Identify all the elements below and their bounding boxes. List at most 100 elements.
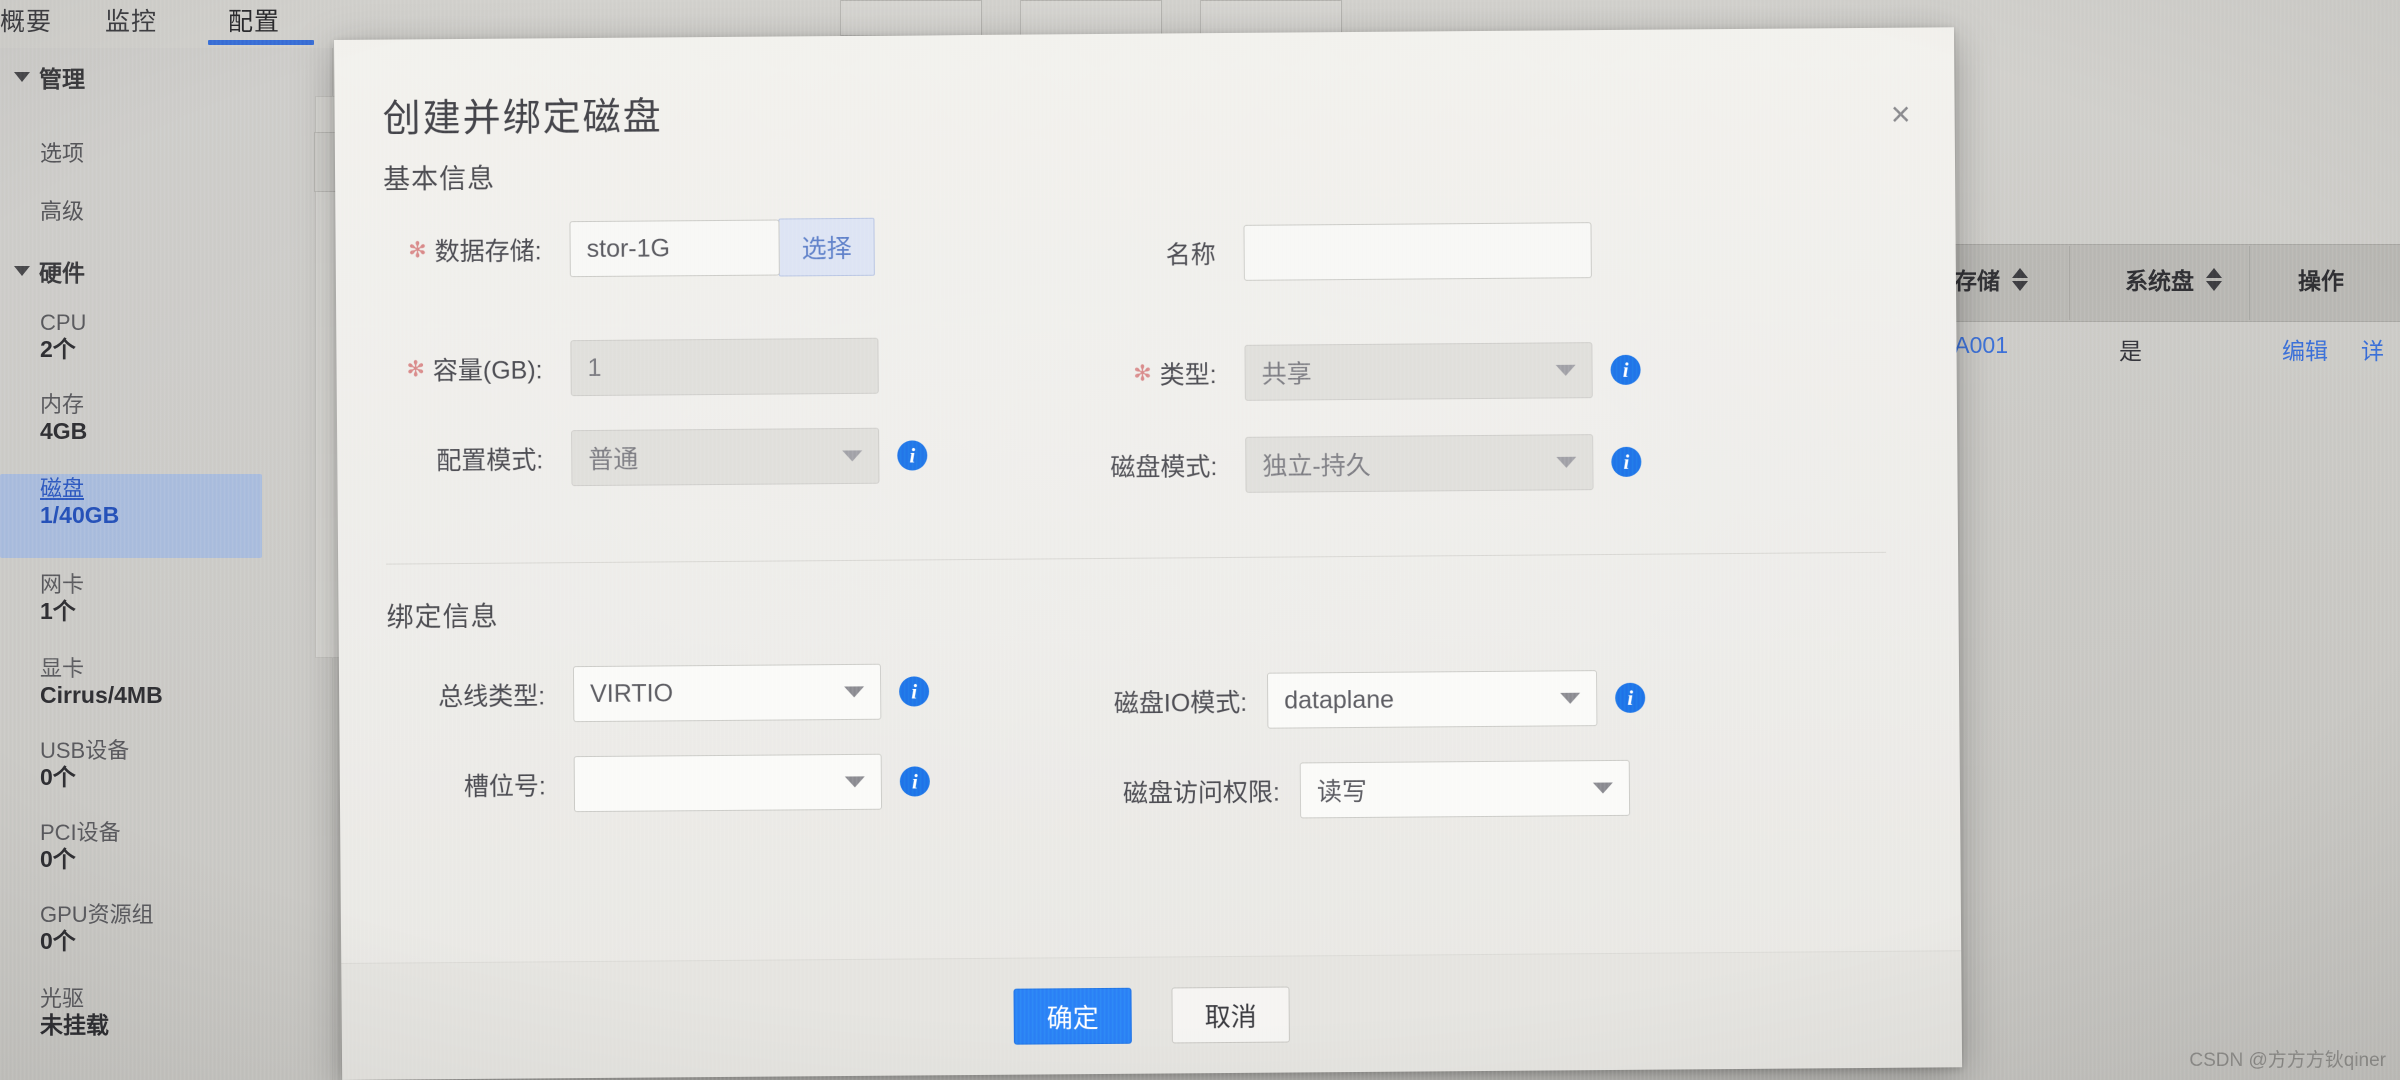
type-select[interactable]: 共享 [1244, 342, 1593, 401]
sidebar-item-value: 2个 [40, 335, 76, 362]
configuration-sidebar: 管理 选项 高级 硬件 CPU 2个 内存 4GB 磁盘 1/40GB 网卡 1… [0, 48, 333, 1080]
name-input[interactable] [1243, 222, 1592, 281]
label-datastore: ✻ 数据存储: [384, 231, 542, 268]
sort-icon[interactable] [2206, 267, 2222, 291]
capacity-input[interactable]: 1 [570, 337, 879, 397]
tab-monitor[interactable]: 监控 [105, 2, 157, 38]
dialog-title: 创建并绑定磁盘 [382, 96, 663, 141]
chevron-down-icon [842, 450, 863, 462]
table-header-label: 操作 [2298, 268, 2344, 294]
sidebar-item-disk[interactable]: 磁盘 1/40GB [40, 476, 119, 529]
sidebar-item-gpu-display[interactable]: 显卡 Cirrus/4MB [40, 656, 163, 709]
sidebar-item-value: 1/40GB [40, 501, 120, 528]
chevron-down-icon [844, 686, 865, 698]
label-text: 磁盘访问权限: [1122, 778, 1281, 808]
field-row-disk-io-mode: 磁盘IO模式: dataplane i [1099, 670, 1646, 730]
label-name: 名称 [1096, 235, 1216, 272]
chevron-down-icon [14, 266, 30, 276]
label-disk-io-mode: 磁盘IO模式: [1099, 683, 1248, 720]
required-asterisk-icon: ✻ [408, 237, 427, 263]
label-text: 总线类型: [438, 682, 546, 712]
sidebar-item-label: GPU资源组 [40, 902, 154, 927]
section-title-basic-info: 基本信息 [382, 163, 496, 195]
tab-overview[interactable]: 概要 [0, 2, 52, 38]
label-text: 磁盘IO模式: [1113, 688, 1248, 718]
watermark: CSDN @方方方钬qiner [2189, 1050, 2386, 1071]
table-header-system-disk[interactable]: 系统盘 [2125, 262, 2222, 296]
info-icon[interactable]: i [899, 676, 930, 707]
tab-config[interactable]: 配置 [228, 2, 280, 38]
table-column-divider [2069, 246, 2070, 320]
field-row-provision-mode: 配置模式: 普通 i [385, 427, 928, 487]
tab-active-underline [208, 40, 314, 45]
bus-type-select[interactable]: VIRTIO [572, 663, 882, 723]
label-text: 磁盘模式: [1110, 453, 1218, 482]
cancel-button[interactable]: 取消 [1171, 986, 1290, 1044]
sidebar-item-options[interactable]: 选项 [40, 136, 84, 168]
sidebar-group-management[interactable]: 管理 [14, 60, 85, 94]
sidebar-item-gpu-group[interactable]: GPU资源组 0个 [40, 902, 154, 955]
sidebar-item-label: 内存 [40, 392, 85, 417]
table-action-edit[interactable]: 编辑 [2282, 332, 2328, 366]
sidebar-item-cpu[interactable]: CPU 2个 [40, 310, 86, 363]
field-row-bus-type: 总线类型: VIRTIO i [387, 663, 930, 723]
label-text: 配置模式: [436, 446, 544, 476]
sidebar-item-label: 磁盘 [40, 476, 85, 501]
sidebar-item-memory[interactable]: 内存 4GB [40, 392, 87, 445]
sidebar-item-pci[interactable]: PCI设备 0个 [40, 820, 121, 873]
field-row-datastore: ✻ 数据存储: stor-1G 选择 [383, 217, 875, 280]
table-action-detail[interactable]: 详 [2361, 332, 2384, 366]
info-icon[interactable]: i [1611, 446, 1642, 477]
info-icon[interactable]: i [899, 766, 930, 797]
sidebar-item-label: 光驱 [40, 986, 85, 1011]
field-row-disk-mode: 磁盘模式: 独立-持久 i [1097, 434, 1642, 494]
info-icon[interactable]: i [1610, 354, 1641, 385]
provision-mode-select[interactable]: 普通 [571, 427, 880, 487]
chevron-down-icon [1555, 364, 1576, 376]
info-icon[interactable]: i [897, 440, 928, 471]
disk-access-select[interactable]: 读写 [1299, 759, 1631, 819]
datastore-input[interactable]: stor-1G [569, 219, 780, 278]
sidebar-item-label: CPU [40, 310, 87, 335]
chevron-down-icon [1592, 782, 1613, 794]
disk-mode-select[interactable]: 独立-持久 [1245, 434, 1594, 493]
bus-type-value: VIRTIO [590, 678, 674, 708]
sort-icon[interactable] [2012, 267, 2028, 291]
sidebar-item-cdrom[interactable]: 光驱 未挂载 [40, 986, 109, 1039]
chevron-down-icon [1556, 456, 1577, 468]
label-text: 槽位号: [463, 772, 546, 802]
chevron-down-icon [14, 72, 30, 82]
background-toolbar-button-1[interactable] [840, 0, 982, 36]
sidebar-item-nic[interactable]: 网卡 1个 [40, 572, 84, 625]
table-header-actions: 操作 [2298, 262, 2344, 296]
select-datastore-button[interactable]: 选择 [778, 217, 875, 277]
disk-mode-value: 独立-持久 [1262, 451, 1371, 481]
background-toolbar-button-3[interactable] [1200, 0, 1342, 36]
background-toolbar-button-2[interactable] [1020, 0, 1162, 36]
slot-select[interactable] [573, 753, 883, 813]
confirm-button[interactable]: 确定 [1013, 987, 1132, 1045]
field-row-disk-access: 磁盘访问权限: 读写 [1100, 759, 1631, 820]
disk-io-mode-select[interactable]: dataplane [1266, 670, 1598, 729]
section-title-binding-info: 绑定信息 [386, 601, 499, 633]
provision-mode-value: 普通 [588, 445, 639, 475]
sidebar-item-value: 0个 [40, 927, 76, 954]
sidebar-item-value: Cirrus/4MB [40, 681, 163, 708]
label-type: ✻ 类型: [1097, 355, 1217, 392]
sidebar-group-label: 管理 [39, 66, 85, 92]
sidebar-group-label: 硬件 [39, 260, 85, 286]
sidebar-item-usb[interactable]: USB设备 0个 [40, 738, 129, 791]
sidebar-item-label: 网卡 [40, 572, 85, 597]
chevron-down-icon [1560, 692, 1581, 704]
table-column-divider [2249, 246, 2250, 320]
info-icon[interactable]: i [1615, 682, 1646, 713]
disk-io-mode-value: dataplane [1284, 685, 1395, 715]
table-cell-system-disk: 是 [2119, 338, 2142, 364]
label-provision-mode: 配置模式: [385, 440, 543, 477]
sidebar-item-advanced[interactable]: 高级 [40, 194, 84, 226]
close-icon[interactable]: × [1891, 96, 1911, 134]
type-value: 共享 [1261, 360, 1312, 389]
datastore-value: stor-1G [586, 233, 671, 263]
sidebar-item-label: PCI设备 [40, 820, 121, 845]
sidebar-group-hardware[interactable]: 硬件 [14, 254, 85, 288]
